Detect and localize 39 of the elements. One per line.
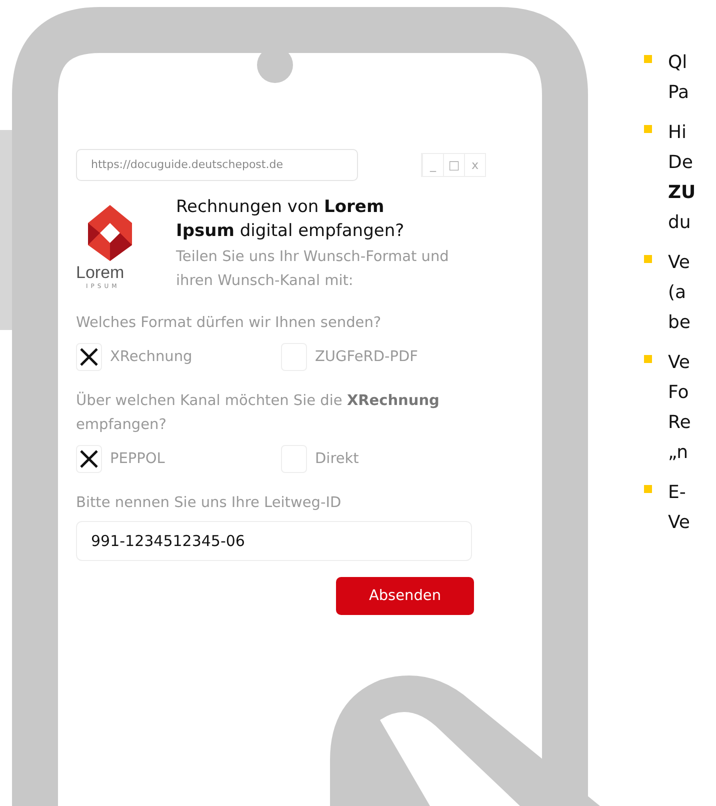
- bullet-text: „n: [668, 441, 690, 465]
- option-label: ZUGFeRD-PDF: [315, 349, 418, 365]
- option-label: Direkt: [315, 451, 359, 467]
- window-control-button[interactable]: _: [422, 154, 443, 176]
- checkbox[interactable]: [76, 445, 102, 473]
- bullet-text: Re: [668, 411, 691, 435]
- bullet-icon: [644, 355, 652, 363]
- bullet-icon: [644, 255, 652, 263]
- window-control-button[interactable]: x: [464, 154, 485, 176]
- option-label: PEPPOL: [110, 451, 165, 467]
- bullet-text: E-: [668, 481, 687, 505]
- form-subtitle: Teilen Sie uns Ihr Wunsch-Format und ihren Wunsch-Kanal mit:: [176, 248, 450, 291]
- address-bar[interactable]: https://docuguide.deutschepost.de: [76, 149, 358, 181]
- bullet-text: Pa: [668, 81, 690, 105]
- bullet-icon: [644, 125, 652, 133]
- bullet-text: Hi: [668, 121, 688, 145]
- bullet-text: ZU: [668, 181, 696, 205]
- bullet-text: De: [668, 151, 694, 175]
- question-label: Welches Format dürfen wir Ihnen senden?: [76, 314, 382, 333]
- logo-wordmark: Lorem: [76, 263, 124, 283]
- bullet-text: Ve: [668, 351, 691, 375]
- form-heading: Rechnungen von Lorem Ipsum digital empfangen?: [176, 196, 406, 243]
- bullet-text: Fo: [668, 381, 690, 405]
- field-label: Bitte nennen Sie uns Ihre Leitweg-ID: [76, 494, 342, 513]
- bullet-text: du: [668, 211, 692, 235]
- logo-icon: [88, 205, 132, 261]
- bullet-text: Ve: [668, 511, 690, 535]
- bullet-text: (a: [668, 281, 688, 305]
- bullet-icon: [644, 485, 652, 493]
- bullet-text: be: [668, 311, 690, 335]
- submit-button[interactable]: Absenden: [336, 577, 474, 615]
- bullet-icon: [644, 55, 652, 63]
- leitweg-input[interactable]: 991-1234512345-06: [76, 521, 472, 561]
- bullet-text: Ve: [668, 251, 690, 275]
- window-control-button[interactable]: □: [443, 154, 464, 176]
- question-label: Über welchen Kanal möchten Sie die XRechnung empfangen?: [76, 390, 440, 435]
- checkbox[interactable]: [76, 343, 102, 371]
- option-label: XRechnung: [110, 349, 192, 365]
- bullet-text: Ql: [668, 51, 688, 75]
